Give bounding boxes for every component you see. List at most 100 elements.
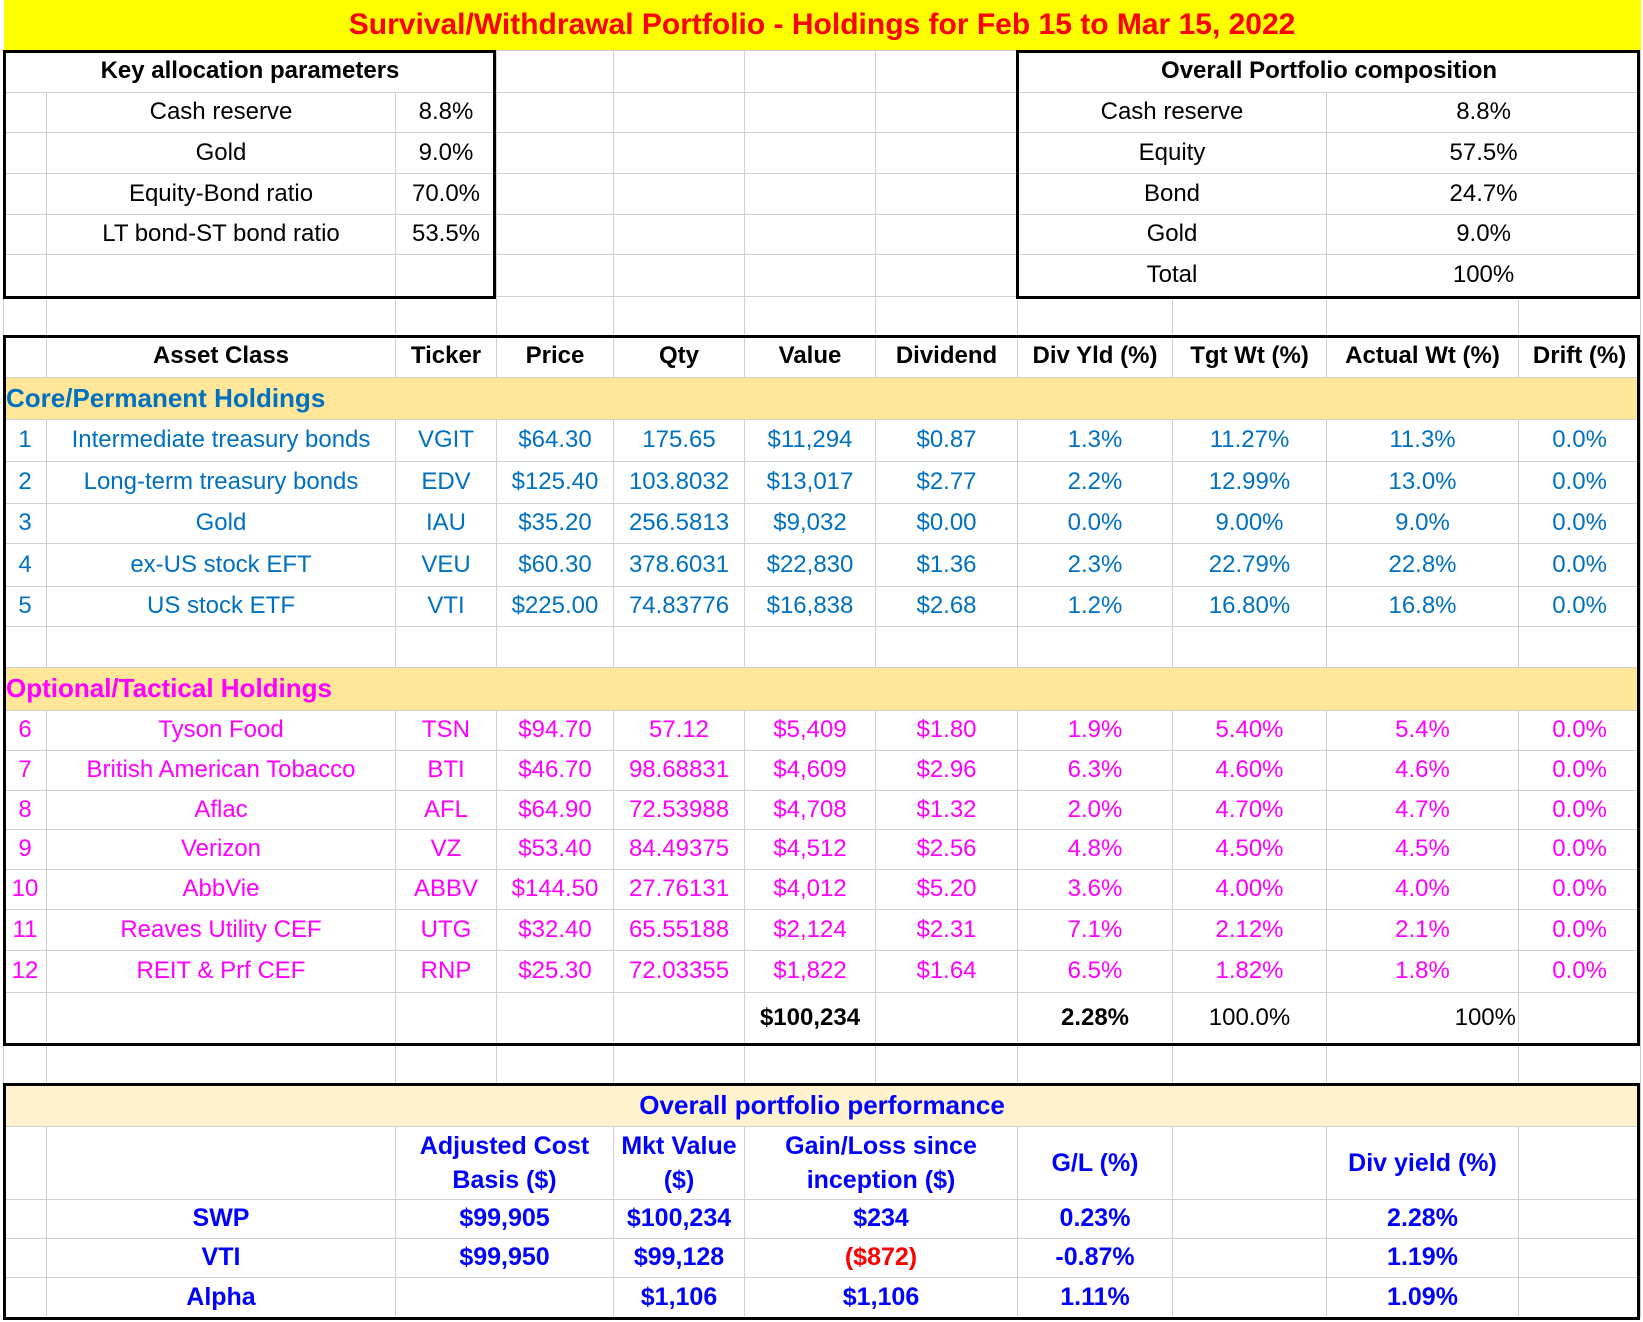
holding-cell[interactable]: $2,124	[744, 908, 876, 951]
holding-cell[interactable]: 6.3%	[1017, 749, 1173, 791]
empty-cell[interactable]	[496, 91, 614, 133]
holding-cell[interactable]: 0.0%	[1517, 828, 1642, 870]
composition-value[interactable]: 8.8%	[1325, 91, 1642, 133]
holding-cell[interactable]: 9.00%	[1172, 502, 1327, 544]
empty-cell[interactable]	[1326, 625, 1519, 668]
holding-cell[interactable]: 0.0%	[1517, 868, 1642, 910]
empty-cell[interactable]	[3, 1276, 47, 1318]
holding-cell[interactable]: 27.76131	[613, 868, 745, 910]
div-yield[interactable]: 1.09%	[1326, 1276, 1519, 1318]
holding-cell[interactable]: 0.0%	[1517, 949, 1642, 993]
holding-cell[interactable]: 0.0%	[1017, 502, 1173, 544]
gain-loss[interactable]: $1,106	[744, 1276, 1018, 1318]
total-value[interactable]: $100,234	[744, 991, 876, 1045]
holding-cell[interactable]: 4.8%	[1017, 828, 1173, 870]
holding-cell[interactable]: $4,512	[744, 828, 876, 870]
holding-cell[interactable]: $2.68	[875, 585, 1018, 627]
column-header[interactable]: Actual Wt (%)	[1326, 334, 1519, 378]
holding-cell[interactable]: 0.0%	[1517, 585, 1642, 627]
holding-cell[interactable]: 84.49375	[613, 828, 745, 870]
empty-cell[interactable]	[1172, 1276, 1327, 1318]
column-header[interactable]: Div Yld (%)	[1017, 334, 1173, 378]
composition-label[interactable]: Gold	[1017, 213, 1327, 255]
empty-cell[interactable]	[744, 295, 876, 336]
total-tgt-wt[interactable]: 100.0%	[1172, 991, 1327, 1045]
holding-cell[interactable]: $2.31	[875, 908, 1018, 951]
empty-cell[interactable]	[613, 172, 745, 215]
holding-cell[interactable]: 3.6%	[1017, 868, 1173, 910]
market-value[interactable]: $100,234	[613, 1198, 745, 1239]
empty-cell[interactable]	[1517, 295, 1642, 336]
empty-cell[interactable]	[744, 625, 876, 668]
core-holdings-label[interactable]: Core/Permanent Holdings	[2, 376, 1642, 420]
holding-cell[interactable]: 98.68831	[613, 749, 745, 791]
empty-cell[interactable]	[496, 213, 614, 255]
empty-cell[interactable]	[875, 213, 1018, 255]
empty-cell[interactable]	[1017, 1043, 1173, 1085]
param-value[interactable]: 53.5%	[395, 213, 497, 255]
row-number[interactable]: 2	[3, 460, 47, 504]
div-yield[interactable]: 2.28%	[1326, 1198, 1519, 1239]
composition-label[interactable]: Cash reserve	[1017, 91, 1327, 133]
empty-cell[interactable]	[395, 625, 497, 668]
param-value[interactable]: 8.8%	[395, 91, 497, 133]
holding-cell[interactable]: $94.70	[496, 709, 614, 751]
holding-cell[interactable]: $11,294	[744, 418, 876, 462]
empty-cell[interactable]	[1017, 295, 1173, 336]
holding-cell[interactable]: VZ	[395, 828, 497, 870]
empty-cell[interactable]	[46, 625, 396, 668]
holding-cell[interactable]: 13.0%	[1326, 460, 1519, 504]
holding-cell[interactable]: $1.64	[875, 949, 1018, 993]
holding-cell[interactable]: Reaves Utility CEF	[46, 908, 396, 951]
holding-cell[interactable]: 4.60%	[1172, 749, 1327, 791]
empty-cell[interactable]	[1326, 1043, 1519, 1085]
holding-cell[interactable]: 4.7%	[1326, 789, 1519, 830]
empty-cell[interactable]	[3, 253, 47, 297]
row-number[interactable]: 10	[3, 868, 47, 910]
holding-cell[interactable]: BTI	[395, 749, 497, 791]
holding-cell[interactable]: British American Tobacco	[46, 749, 396, 791]
holding-cell[interactable]: US stock ETF	[46, 585, 396, 627]
holding-cell[interactable]: 0.0%	[1517, 908, 1642, 951]
holding-cell[interactable]: Gold	[46, 502, 396, 544]
empty-cell[interactable]	[395, 295, 497, 336]
param-value[interactable]: 70.0%	[395, 172, 497, 215]
empty-cell[interactable]	[496, 295, 614, 336]
holding-cell[interactable]: 0.0%	[1517, 709, 1642, 751]
holding-cell[interactable]: 2.0%	[1017, 789, 1173, 830]
empty-cell[interactable]	[744, 131, 876, 174]
column-header[interactable]: Ticker	[395, 334, 497, 378]
empty-cell[interactable]	[3, 1125, 47, 1200]
holding-cell[interactable]: Verizon	[46, 828, 396, 870]
holding-cell[interactable]: $64.30	[496, 418, 614, 462]
empty-cell[interactable]	[1017, 625, 1173, 668]
empty-cell[interactable]	[744, 91, 876, 133]
empty-cell[interactable]	[46, 295, 396, 336]
holding-cell[interactable]: VGIT	[395, 418, 497, 462]
holding-cell[interactable]: $4,708	[744, 789, 876, 830]
holding-cell[interactable]: 0.0%	[1517, 418, 1642, 462]
empty-cell[interactable]	[395, 991, 497, 1045]
composition-value[interactable]: 24.7%	[1325, 172, 1642, 215]
empty-cell[interactable]	[1517, 625, 1642, 668]
composition-label[interactable]: Bond	[1017, 172, 1327, 215]
holding-cell[interactable]: 1.2%	[1017, 585, 1173, 627]
holding-cell[interactable]: 0.0%	[1517, 749, 1642, 791]
holding-cell[interactable]: 22.8%	[1326, 542, 1519, 587]
gain-loss[interactable]: $234	[744, 1198, 1018, 1239]
holding-cell[interactable]: AbbVie	[46, 868, 396, 910]
composition-value[interactable]: 100%	[1325, 253, 1642, 297]
holding-cell[interactable]: $0.00	[875, 502, 1018, 544]
holding-cell[interactable]: 11.3%	[1326, 418, 1519, 462]
holding-cell[interactable]: 1.3%	[1017, 418, 1173, 462]
holding-cell[interactable]: $125.40	[496, 460, 614, 504]
holding-cell[interactable]: $4,609	[744, 749, 876, 791]
performance-column-header[interactable]: Gain/Loss since inception ($)	[744, 1125, 1018, 1200]
holding-cell[interactable]: 5.40%	[1172, 709, 1327, 751]
holding-cell[interactable]: 12.99%	[1172, 460, 1327, 504]
empty-cell[interactable]	[875, 253, 1018, 297]
holding-cell[interactable]: ABBV	[395, 868, 497, 910]
holding-cell[interactable]: $4,012	[744, 868, 876, 910]
holding-cell[interactable]: UTG	[395, 908, 497, 951]
holding-cell[interactable]: 2.2%	[1017, 460, 1173, 504]
